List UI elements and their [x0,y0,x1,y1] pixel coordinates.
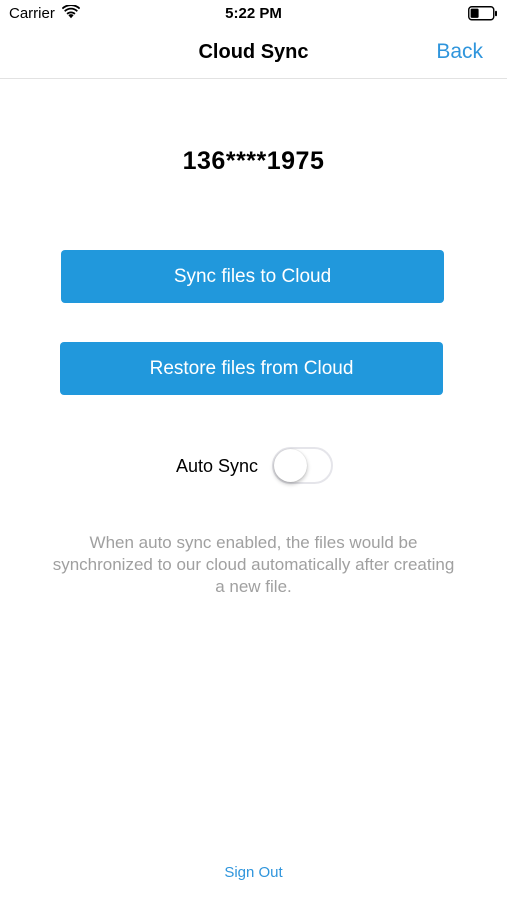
auto-sync-description: When auto sync enabled, the files would … [52,533,455,596]
back-button[interactable]: Back [436,40,483,64]
sync-to-cloud-label: Sync files to Cloud [173,265,332,287]
page-title: Cloud Sync [198,41,309,63]
status-bar: Carrier 5:22 PM [0,0,507,30]
navigation-bar: Cloud Sync Back [0,30,507,79]
sync-to-cloud-button[interactable]: Sync files to Cloud [61,250,444,303]
battery-icon [468,6,498,21]
restore-from-cloud-button[interactable]: Restore files from Cloud [60,342,443,395]
status-time: 5:22 PM [225,5,282,22]
auto-sync-toggle[interactable] [272,447,333,484]
toggle-knob [274,449,307,482]
sign-out-link[interactable]: Sign Out [0,864,507,881]
restore-from-cloud-label: Restore files from Cloud [149,357,354,379]
account-phone-number: 136****1975 [182,147,325,175]
auto-sync-label: Auto Sync [176,456,259,476]
